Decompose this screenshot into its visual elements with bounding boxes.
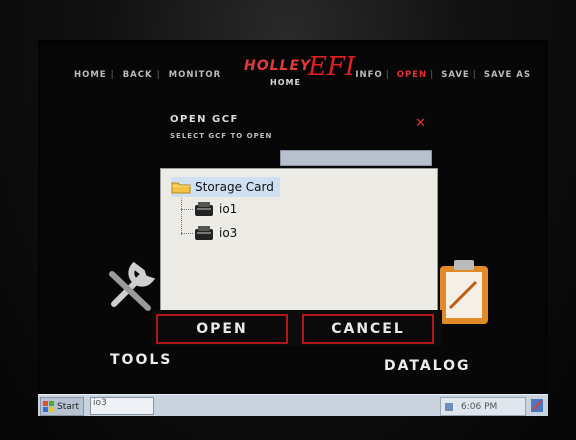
- close-icon[interactable]: ✕: [415, 116, 426, 131]
- logo-brand: HOLLEY: [244, 58, 312, 74]
- tree-item-storage-card[interactable]: Storage Card: [171, 177, 280, 197]
- nav-info[interactable]: INFO: [352, 70, 385, 80]
- tree-line: [181, 233, 193, 234]
- windows-logo-icon: [43, 400, 54, 412]
- system-tray: 6:06 PM: [440, 397, 526, 416]
- clock[interactable]: 6:06 PM: [461, 402, 497, 412]
- cancel-button[interactable]: CANCEL: [302, 314, 434, 344]
- taskbar: Start io3 6:06 PM: [38, 394, 548, 416]
- tree-item-label: Storage Card: [195, 180, 274, 194]
- nav-back[interactable]: BACK: [119, 70, 157, 80]
- dialog-subtitle: SELECT GCF TO OPEN: [170, 132, 273, 140]
- folder-icon: [171, 182, 191, 194]
- tools-label[interactable]: TOOLS: [110, 352, 172, 368]
- nav-open[interactable]: OPEN: [394, 70, 430, 80]
- start-label: Start: [57, 401, 79, 412]
- filename-field[interactable]: [280, 150, 432, 166]
- taskbar-item-io3[interactable]: io3: [90, 397, 154, 415]
- device-icon: [195, 202, 213, 216]
- page-title: HOME: [270, 78, 301, 87]
- app-screen: HOME | BACK | MONITOR HOLLEY EFI HOME INFO…: [38, 40, 548, 416]
- nav-separator: |: [156, 70, 161, 80]
- network-icon[interactable]: [444, 402, 454, 412]
- nav-separator: |: [110, 70, 115, 80]
- desktop-icon[interactable]: [530, 398, 544, 413]
- clipboard-icon[interactable]: [436, 258, 492, 328]
- top-nav-left: HOME | BACK | MONITOR: [70, 70, 225, 80]
- nav-save-as[interactable]: SAVE AS: [481, 70, 534, 80]
- tree-item-label: io1: [219, 202, 238, 216]
- open-button[interactable]: OPEN: [156, 314, 288, 344]
- tree-item-label: io3: [219, 226, 238, 240]
- device-icon: [195, 226, 213, 240]
- file-browser[interactable]: Storage Card io1 io3: [160, 168, 438, 314]
- nav-separator: |: [472, 70, 477, 80]
- nav-save[interactable]: SAVE: [438, 70, 473, 80]
- dialog-button-bar: OPEN CANCEL: [152, 310, 442, 346]
- tree-line: [181, 193, 183, 235]
- tree-line: [181, 209, 193, 210]
- tree-item-io1[interactable]: io1: [193, 199, 237, 219]
- start-button[interactable]: Start: [40, 397, 84, 416]
- tools-icon[interactable]: [104, 254, 164, 314]
- nav-home[interactable]: HOME: [70, 70, 111, 80]
- datalog-label[interactable]: DATALOG: [384, 358, 470, 374]
- dialog-title: OPEN GCF: [170, 114, 239, 125]
- nav-separator: |: [385, 70, 390, 80]
- nav-separator: |: [430, 70, 435, 80]
- logo-efi: EFI: [308, 52, 356, 82]
- tree-item-io3[interactable]: io3: [193, 223, 237, 243]
- nav-monitor[interactable]: MONITOR: [165, 70, 226, 80]
- top-nav-right: INFO | OPEN | SAVE | SAVE AS: [352, 70, 534, 80]
